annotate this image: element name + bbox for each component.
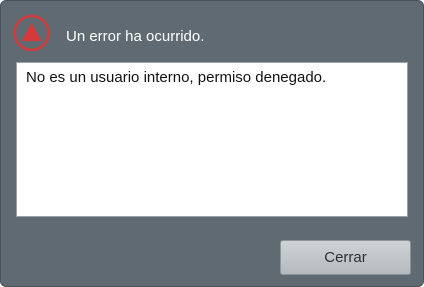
close-button[interactable]: Cerrar [280,240,411,275]
warning-triangle-icon [13,14,51,52]
message-box: No es un usuario interno, permiso denega… [16,62,408,217]
error-message: No es un usuario interno, permiso denega… [26,69,327,86]
dialog-header: Un error ha ocurrido. [1,1,423,59]
dialog-title: Un error ha ocurrido. [66,28,205,45]
error-dialog: Un error ha ocurrido. No es un usuario i… [0,0,424,287]
